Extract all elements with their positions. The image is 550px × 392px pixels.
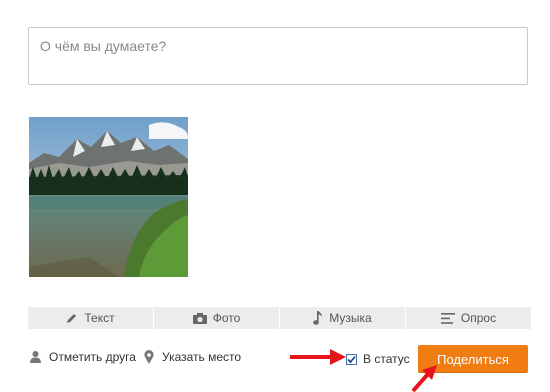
tag-friend-label: Отметить друга — [49, 350, 136, 364]
add-location-link[interactable]: Указать место — [144, 350, 241, 364]
poll-icon — [440, 312, 455, 324]
checkmark-icon — [347, 355, 356, 363]
pencil-icon — [66, 312, 78, 324]
post-input-placeholder: О чём вы думаете? — [40, 38, 167, 54]
map-pin-icon — [144, 350, 154, 364]
annotation-arrow-up-icon — [411, 365, 437, 392]
status-toggle[interactable]: В статус — [346, 352, 410, 366]
status-checkbox[interactable] — [346, 353, 357, 365]
tab-poll[interactable]: Опрос — [406, 307, 531, 329]
tab-poll-label: Опрос — [460, 311, 497, 325]
attached-photo — [29, 117, 188, 277]
annotation-arrow-right-icon — [290, 349, 346, 365]
tab-text-label: Текст — [84, 311, 115, 325]
music-note-icon — [313, 311, 323, 325]
tag-friend-link[interactable]: Отметить друга — [30, 350, 136, 364]
tab-music-label: Музыка — [329, 311, 372, 325]
status-label: В статус — [363, 352, 410, 366]
tab-music[interactable]: Музыка — [280, 307, 406, 329]
post-text-input[interactable]: О чём вы думаете? — [28, 27, 528, 85]
tab-photo-label: Фото — [212, 311, 241, 325]
camera-icon — [192, 312, 207, 324]
add-location-label: Указать место — [162, 350, 242, 364]
post-type-tabs: Текст Фото Музыка Опрос — [28, 307, 531, 329]
tab-photo[interactable]: Фото — [154, 307, 280, 329]
tab-text[interactable]: Текст — [28, 307, 154, 329]
person-icon — [30, 351, 41, 363]
